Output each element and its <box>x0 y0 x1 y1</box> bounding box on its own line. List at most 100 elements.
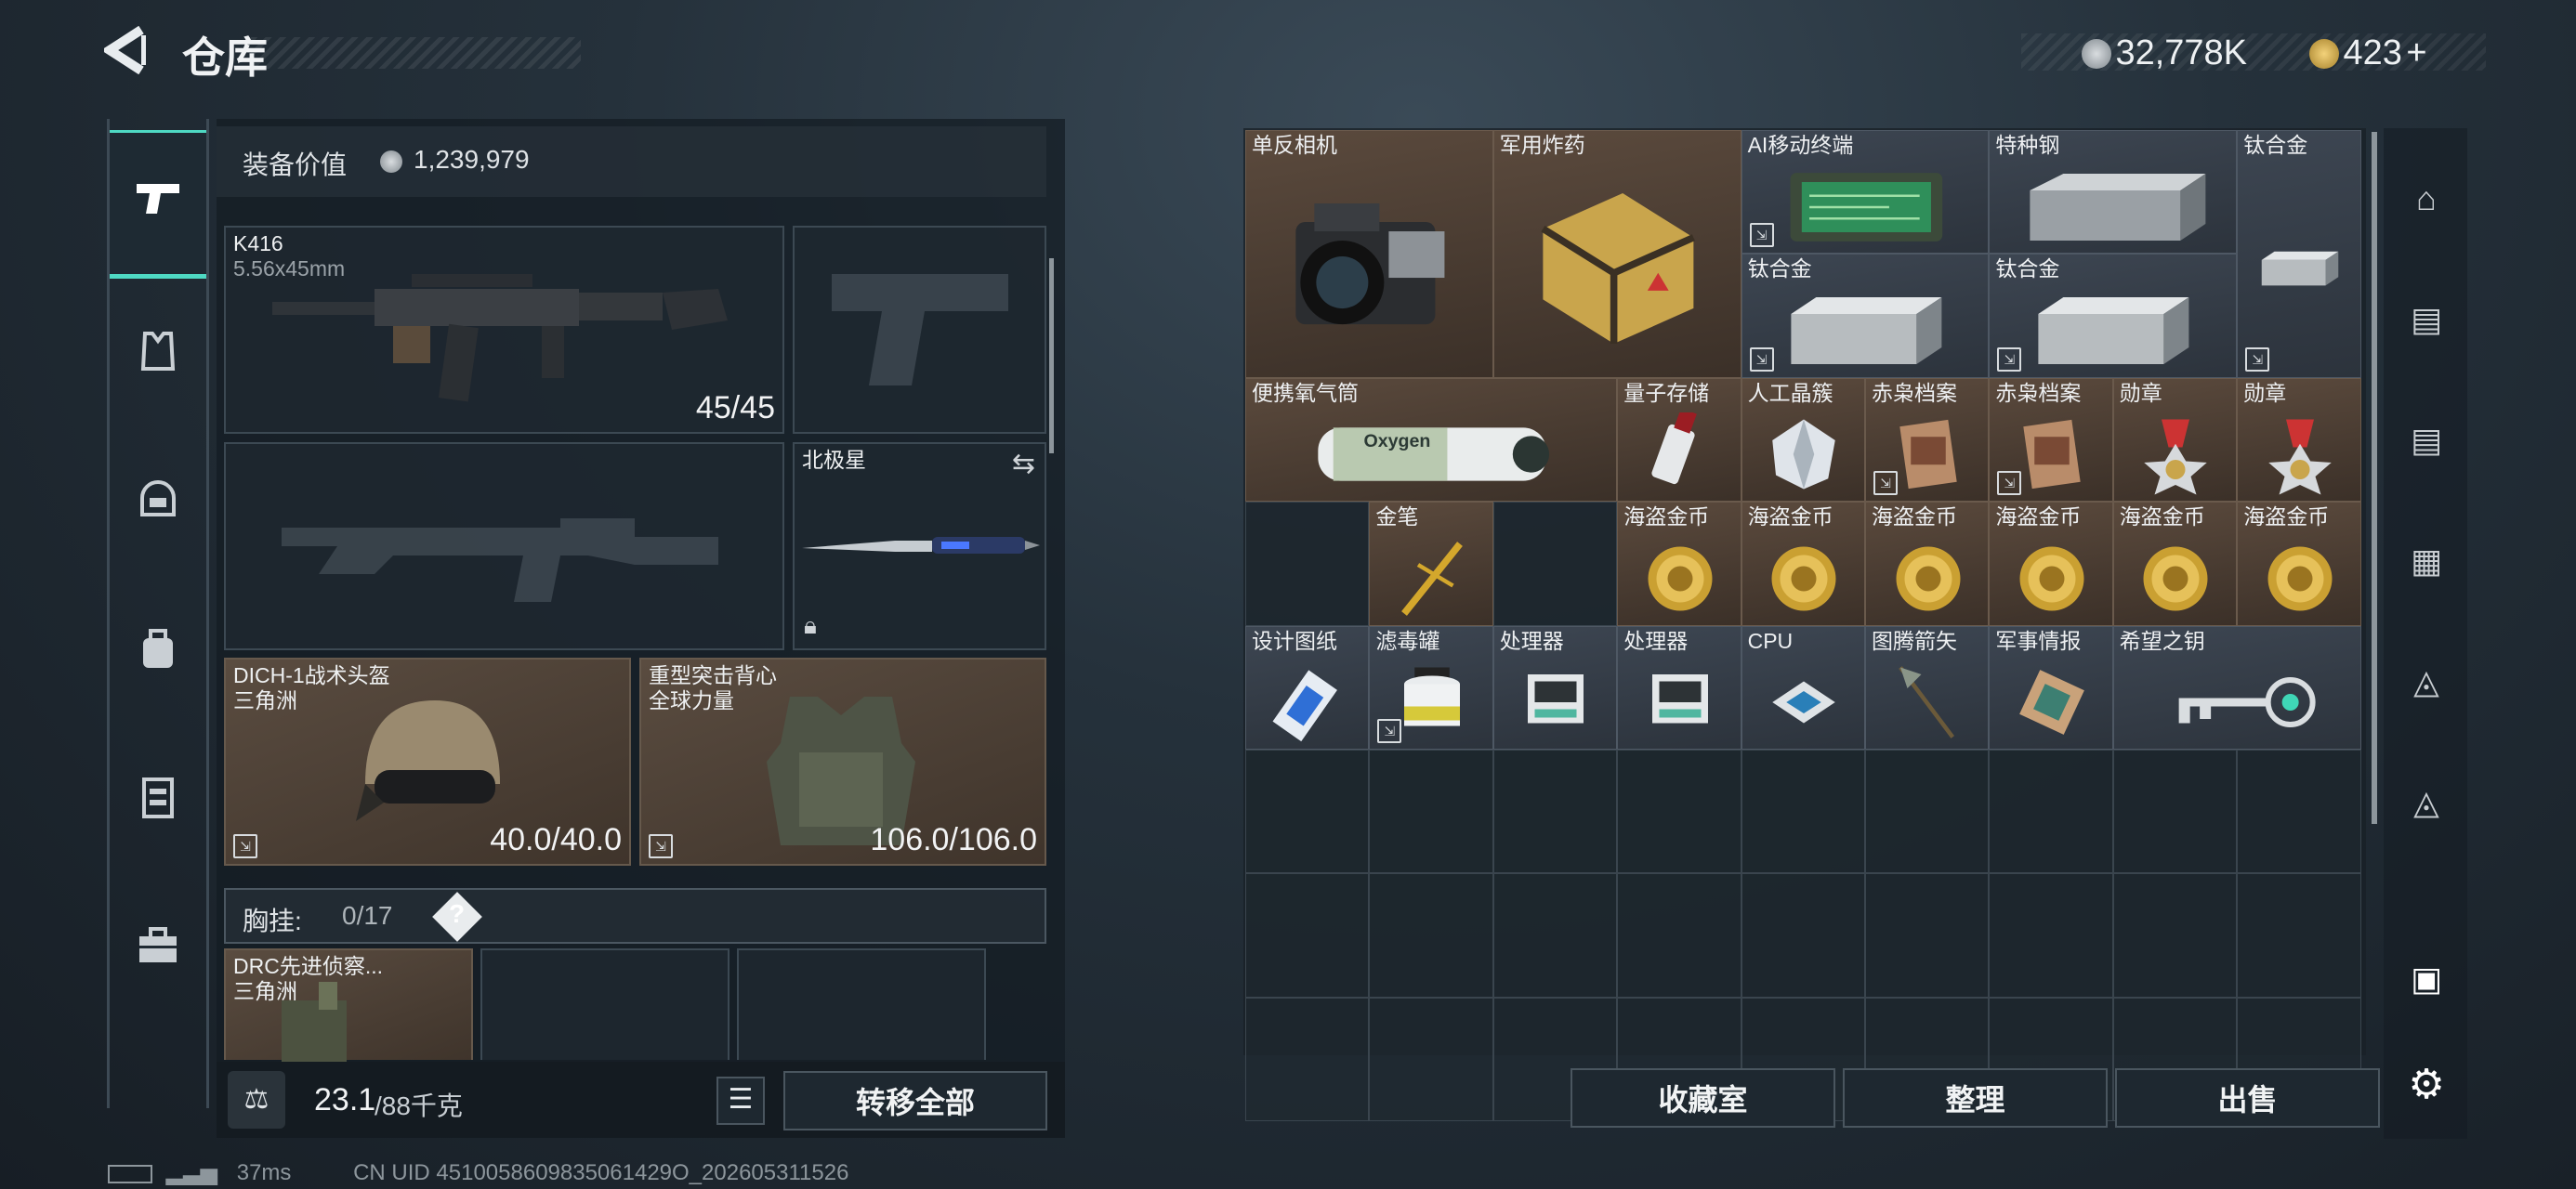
stash-page-4-icon[interactable]: ▦ <box>2399 533 2454 589</box>
item-name: 勋章 <box>2243 380 2287 405</box>
stash-item[interactable]: 人工晶簇 <box>1741 377 1865 503</box>
sell-button[interactable]: 出售 <box>2115 1068 2380 1128</box>
secondary-weapon-slot[interactable] <box>224 442 784 650</box>
stash-cell[interactable] <box>2112 873 2238 998</box>
helmet-slot[interactable]: DICH-1战术头盔 三角洲 ⇲ 40.0/40.0 <box>224 658 631 866</box>
stash-page-icon[interactable]: ⌂ <box>2399 171 2454 227</box>
stash-item[interactable]: 设计图纸 <box>1245 625 1370 750</box>
tab-backpack[interactable] <box>110 579 206 727</box>
stash-page-4-icon[interactable]: ◬ <box>2399 654 2454 710</box>
stash-cell[interactable] <box>1245 502 1370 626</box>
stash-cell[interactable] <box>1245 873 1370 998</box>
item-name: 海盗金币 <box>1995 504 2082 529</box>
stash-item[interactable]: 军事情报 <box>1989 625 2113 750</box>
stash-cell[interactable] <box>1617 750 1741 874</box>
stash-item[interactable]: Oxygen 便携氧气筒 <box>1245 377 1618 503</box>
stash-page-4-icon[interactable]: ▤ <box>2399 412 2454 468</box>
sidearm-slot[interactable] <box>793 226 1046 434</box>
stash-cell[interactable] <box>2237 873 2361 998</box>
stash-item[interactable]: 钛合金 ⇲ <box>1989 254 2238 378</box>
item-name: 海盗金币 <box>1872 504 1957 529</box>
stash-item[interactable]: 希望之钥 <box>2112 625 2361 750</box>
stash-item[interactable]: 勋章 <box>2237 377 2361 503</box>
stash-page-4-icon[interactable]: ◬ <box>2399 775 2454 830</box>
currency-premium[interactable]: 423 + <box>2309 33 2427 73</box>
melee-slot[interactable]: 北极星 ⇆ 🔒︎ <box>793 442 1046 650</box>
equipment-value-bar: 装备价值 1,239,979 <box>217 126 1046 197</box>
stash-cell[interactable] <box>1369 750 1493 874</box>
stash-item[interactable]: 海盗金币 <box>1617 502 1741 626</box>
uid-text: CN UID 4510058609835061429O_202605311526 <box>353 1160 849 1185</box>
stash-item[interactable]: 海盗金币 <box>1741 502 1865 626</box>
pistol-placeholder-icon <box>832 274 1008 385</box>
stash-item[interactable]: AI移动终端 ⇲ <box>1741 130 1990 255</box>
back-icon[interactable] <box>100 25 160 82</box>
stash-cell[interactable] <box>1492 873 1618 998</box>
stash-scrollbar[interactable] <box>2372 132 2377 824</box>
stash-item[interactable]: 钛合金 ⇲ <box>2237 130 2361 378</box>
stash-item[interactable]: 勋章 <box>2112 377 2238 503</box>
stash-item[interactable]: 处理器 <box>1617 625 1741 750</box>
stash-cell[interactable] <box>1865 873 1990 998</box>
crystal-icon <box>1772 419 1836 490</box>
stash-cell[interactable] <box>1865 750 1990 874</box>
stash-cell[interactable] <box>1245 997 1370 1122</box>
stash-cell[interactable] <box>1369 997 1493 1122</box>
item-name: 海盗金币 <box>2119 504 2205 529</box>
list-view-icon[interactable]: ☰ <box>716 1077 765 1125</box>
stash-cell[interactable] <box>2237 750 2361 874</box>
stash-cell[interactable] <box>1989 750 2113 874</box>
tab-chest-rig[interactable] <box>110 727 206 876</box>
backpack-slot[interactable]: DRC先进侦察... 三角洲 <box>224 948 473 1062</box>
item-name: 图腾箭矢 <box>1872 628 1957 653</box>
stash-item[interactable]: 海盗金币 <box>1989 502 2113 626</box>
stash-page-active-icon[interactable]: ▣ <box>2399 951 2454 1007</box>
stash-item[interactable]: 量子存储 <box>1617 377 1741 503</box>
stash-item[interactable]: 赤枭档案 ⇲ <box>1989 377 2113 503</box>
status-bar: ▂▃▅ 37ms CN UID 4510058609835061429O_202… <box>108 1159 848 1186</box>
body-armor-slot[interactable]: 重型突击背心 全球力量 ⇲ 106.0/106.0 <box>639 658 1046 866</box>
stash-cell[interactable] <box>1741 750 1865 874</box>
stash-item[interactable]: 军用炸药 <box>1492 130 1741 378</box>
equipment-value: 1,239,979 <box>414 145 530 174</box>
stash-cell[interactable] <box>1245 750 1370 874</box>
svg-text:Oxygen: Oxygen <box>1363 431 1430 451</box>
tab-helmet[interactable] <box>110 430 206 579</box>
stash-page-4-icon[interactable]: ▤ <box>2399 292 2454 347</box>
stash-item[interactable]: 处理器 <box>1492 625 1618 750</box>
stash-item[interactable]: 滤毒罐 ⇲ <box>1369 625 1493 750</box>
stash-item[interactable]: 海盗金币 <box>2112 502 2238 626</box>
primary-weapon-slot[interactable]: K416 5.56x45mm 45/45 <box>224 226 784 434</box>
stash-cell[interactable] <box>1369 873 1493 998</box>
collection-room-button[interactable]: 收藏室 <box>1571 1068 1835 1128</box>
stash-item[interactable]: 单反相机 <box>1245 130 1493 378</box>
stash-item[interactable]: 海盗金币 <box>2237 502 2361 626</box>
loadout-scrollbar[interactable] <box>1049 258 1054 453</box>
stash-cell[interactable] <box>1492 750 1618 874</box>
stash-item[interactable]: 赤枭档案 ⇲ <box>1865 377 1990 503</box>
stash-item[interactable]: 钛合金 ⇲ <box>1741 254 1990 378</box>
transfer-all-button[interactable]: 转移全部 <box>783 1071 1047 1130</box>
item-name: 赤枭档案 <box>1995 380 2082 405</box>
container-slot[interactable] <box>480 948 729 1060</box>
add-currency-button[interactable]: + <box>2406 33 2426 72</box>
stash-cell[interactable] <box>1617 873 1741 998</box>
stash-cell[interactable] <box>1492 502 1618 626</box>
tab-weapons[interactable] <box>110 130 206 279</box>
stash-cell[interactable] <box>2112 750 2238 874</box>
settings-gear-icon[interactable]: ⚙︎ <box>2399 1057 2454 1113</box>
stash-cell[interactable] <box>1989 873 2113 998</box>
swap-icon[interactable]: ⇆ <box>1012 448 1035 480</box>
sort-button[interactable]: 整理 <box>1843 1068 2108 1128</box>
insured-icon: ⇲ <box>1377 718 1402 743</box>
stash-item[interactable]: 金笔 <box>1369 502 1493 626</box>
tab-case[interactable] <box>110 876 206 1025</box>
stash-item[interactable]: CPU <box>1741 625 1865 750</box>
chest-rig-bar[interactable]: 胸挂: 0/17 ? <box>224 888 1046 944</box>
stash-item[interactable]: 海盗金币 <box>1865 502 1990 626</box>
stash-item[interactable]: 特种钢 <box>1989 130 2238 255</box>
stash-item[interactable]: 图腾箭矢 <box>1865 625 1990 750</box>
tab-armor[interactable] <box>110 281 206 430</box>
stash-cell[interactable] <box>1741 873 1865 998</box>
container-slot[interactable] <box>737 948 986 1060</box>
